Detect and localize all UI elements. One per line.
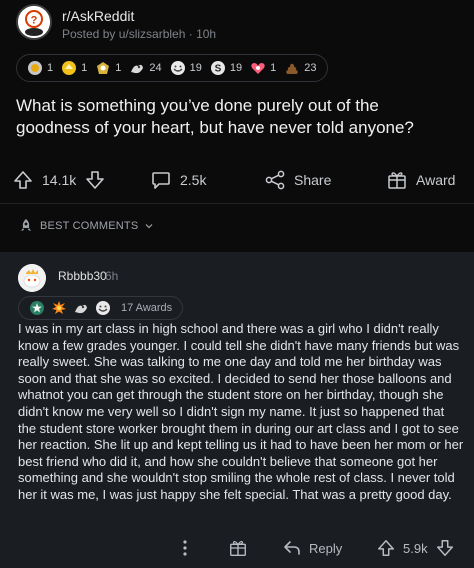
comment-vote-group: 5.9k	[376, 534, 455, 562]
post-awards-bar[interactable]: 1 1 1 24 19 S 19 1 23	[16, 54, 328, 82]
explosion-icon	[52, 301, 66, 314]
sort-label: BEST COMMENTS	[40, 220, 139, 232]
subreddit-name[interactable]: r/AskReddit	[62, 8, 134, 24]
more-vertical-icon	[183, 540, 187, 556]
upvote-icon[interactable]	[376, 538, 396, 558]
gift-icon	[388, 172, 406, 189]
award-label: Award	[416, 172, 456, 188]
posted-by: Posted by u/slizsarbleh · 10h	[62, 27, 217, 41]
hugz-icon	[96, 301, 110, 315]
comment-time: 6h	[105, 269, 119, 283]
comment-section: Rbbbb30 6h 17 Awards I was in my art cla…	[0, 252, 474, 568]
more-options-button[interactable]	[180, 534, 190, 562]
share-button[interactable]: Share	[264, 162, 331, 198]
reply-label: Reply	[309, 540, 343, 556]
svg-text:S: S	[215, 64, 222, 75]
gift-icon	[230, 540, 246, 556]
award-button[interactable]: Award	[386, 162, 455, 198]
vote-group: 14.1k	[12, 162, 106, 198]
comment-award-button[interactable]	[228, 534, 248, 562]
comment-icon	[152, 172, 170, 189]
comment-action-bar: Reply 5.9k	[0, 534, 474, 562]
reply-button[interactable]: Reply	[282, 534, 342, 562]
comment-score: 5.9k	[403, 540, 428, 556]
award-gold: 1	[61, 60, 87, 76]
share-icon	[265, 170, 285, 190]
award-hugz: 19	[170, 60, 202, 76]
poop-icon	[286, 63, 299, 74]
divider	[0, 203, 474, 204]
award-helpful: S 19	[210, 60, 242, 76]
wholesome-icon	[131, 64, 144, 74]
starry-icon	[30, 301, 44, 315]
post-title[interactable]: What is something you’ve done purely out…	[16, 95, 456, 139]
share-label: Share	[294, 172, 332, 188]
comments-button[interactable]: 2.5k	[150, 162, 206, 198]
award-poop: 23	[284, 60, 317, 76]
comment-count: 2.5k	[180, 172, 207, 188]
award-platinum: 1	[95, 60, 121, 76]
wholesome-icon	[75, 304, 87, 314]
silver-icon	[28, 61, 42, 75]
heart-icon	[251, 63, 265, 74]
comment-username[interactable]: Rbbbb30	[58, 269, 107, 283]
award-wholesome: 24	[129, 60, 162, 76]
hugz-icon	[170, 61, 185, 75]
avatar[interactable]	[18, 264, 46, 292]
downvote-icon[interactable]	[84, 169, 106, 191]
helpful-icon: S	[210, 61, 225, 75]
comment-body: I was in my art class in high school and…	[18, 321, 464, 502]
post-action-bar: 14.1k 2.5k Share Award	[0, 162, 474, 198]
comment-sort[interactable]: BEST COMMENTS	[18, 218, 154, 234]
platinum-icon	[97, 62, 110, 74]
award-heart: 1	[250, 60, 276, 76]
gold-icon	[62, 61, 77, 75]
upvote-icon[interactable]	[12, 169, 34, 191]
award-silver: 1	[27, 60, 53, 76]
rocket-icon	[21, 219, 31, 231]
chevron-down-icon	[145, 224, 153, 229]
post-score: 14.1k	[42, 172, 77, 188]
comment-awards-bar[interactable]: 17 Awards	[18, 296, 184, 320]
reply-icon	[284, 541, 300, 555]
subreddit-avatar[interactable]: ?	[16, 4, 52, 40]
post: ? r/AskReddit Posted by u/slizsarbleh · …	[0, 0, 474, 252]
awards-count: 17 Awards	[121, 302, 173, 314]
svg-text:?: ?	[31, 15, 38, 27]
downvote-icon[interactable]	[435, 538, 455, 558]
